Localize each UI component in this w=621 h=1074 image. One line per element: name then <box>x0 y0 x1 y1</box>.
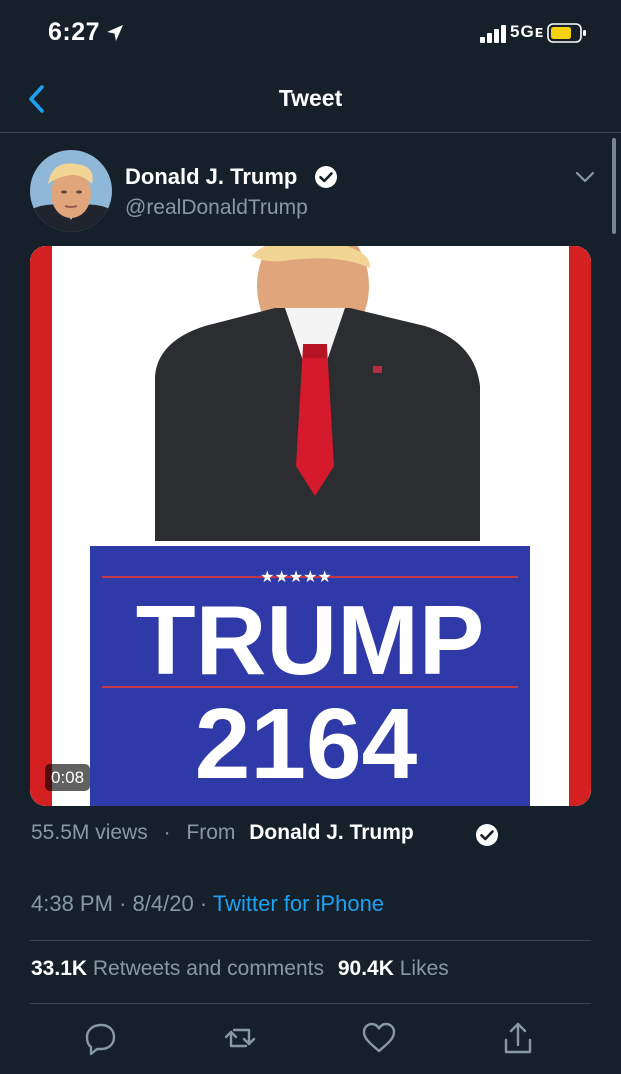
tweet-date: 8/4/20 <box>132 891 194 916</box>
author-name[interactable]: Donald J. Trump <box>125 164 297 190</box>
likes-label: Likes <box>399 957 449 980</box>
views-row: 55.5M views · From Donald J. Trump <box>31 821 414 845</box>
location-arrow-icon <box>107 25 123 41</box>
likes-stat[interactable]: 90.4K Likes <box>338 957 449 980</box>
like-icon[interactable] <box>359 1018 399 1058</box>
sign-text-top: TRUMP <box>136 585 484 695</box>
network-type: 5Gᴇ <box>510 22 545 41</box>
retweets-count: 33.1K <box>31 957 88 980</box>
sign-stars: ★★★★★ <box>260 567 332 586</box>
chevron-down-icon[interactable] <box>572 166 598 188</box>
avatar-photo <box>30 150 112 232</box>
battery-icon <box>547 23 586 43</box>
reply-icon[interactable] <box>81 1018 121 1058</box>
meta-separator: · <box>199 891 208 916</box>
divider <box>30 940 591 941</box>
meta-separator: · <box>119 891 127 916</box>
video-frame: ★★★★★ TRUMP 2164 <box>30 246 591 806</box>
retweets-label: Retweets and comments <box>92 957 324 980</box>
tweet-time: 4:38 PM <box>31 891 113 916</box>
from-label: From <box>186 821 236 844</box>
retweets-stat[interactable]: 33.1K Retweets and comments <box>31 957 330 980</box>
divider <box>30 1003 591 1004</box>
verified-badge-icon <box>476 824 498 846</box>
separator-dot: · <box>163 821 171 844</box>
view-count: 55.5M views <box>31 821 148 844</box>
avatar[interactable] <box>30 150 112 232</box>
signal-bars-icon <box>480 25 506 43</box>
page-title: Tweet <box>278 85 343 111</box>
likes-count: 90.4K <box>337 957 394 980</box>
author-handle[interactable]: @realDonaldTrump <box>125 196 308 220</box>
client-link[interactable]: Twitter for iPhone <box>213 891 384 916</box>
timestamp-row: 4:38 PM · 8/4/20 · Twitter for iPhone <box>31 891 384 917</box>
verified-badge-icon <box>315 166 337 188</box>
status-bar: 6:27 5Gᴇ <box>0 0 621 66</box>
sign-text-bottom: 2164 <box>195 688 418 800</box>
status-time: 6:27 <box>48 18 101 46</box>
share-icon[interactable] <box>498 1018 538 1058</box>
scroll-indicator[interactable] <box>612 138 616 234</box>
source-account-link[interactable]: Donald J. Trump <box>249 821 414 844</box>
stats-row: 33.1K Retweets and comments 90.4K Likes <box>31 957 449 981</box>
retweet-icon[interactable] <box>220 1018 260 1058</box>
nav-bar: Tweet <box>0 66 621 133</box>
video-duration-badge: 0:08 <box>45 764 91 791</box>
tweet-video[interactable]: ★★★★★ TRUMP 2164 0:08 <box>30 246 591 806</box>
